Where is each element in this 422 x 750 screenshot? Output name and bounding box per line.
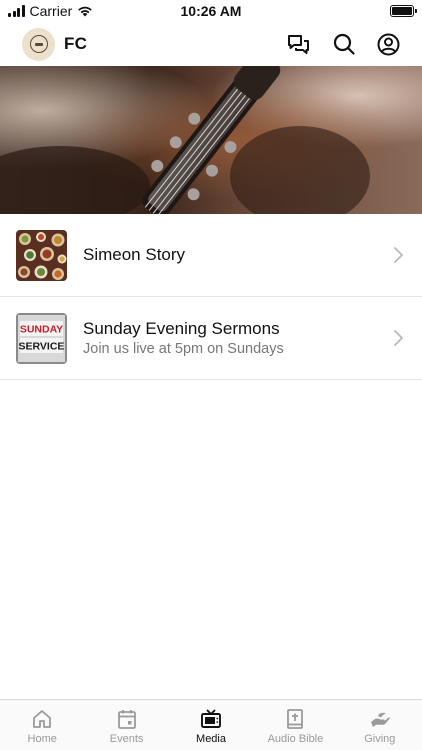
hero-banner[interactable]: [0, 66, 422, 214]
item-text: Sunday Evening Sermons Join us live at 5…: [83, 319, 392, 357]
tab-home[interactable]: Home: [0, 700, 84, 750]
tab-label: Audio Bible: [267, 733, 324, 745]
item-title: Sunday Evening Sermons: [83, 319, 280, 338]
sunday-service-thumbnail: SUNDAY SERVICE: [16, 312, 67, 364]
tab-label: Giving: [364, 733, 396, 745]
status-left: Carrier: [8, 3, 93, 19]
simeon-story-thumbnail: [16, 229, 67, 281]
tab-label: Media: [196, 733, 226, 745]
chat-icon[interactable]: [287, 33, 310, 56]
hand-icon: [370, 712, 390, 727]
list-item-simeon-story[interactable]: Simeon Story: [0, 214, 422, 297]
profile-icon[interactable]: [377, 33, 400, 56]
tab-media[interactable]: Media: [169, 700, 253, 750]
tv-icon: [201, 709, 221, 728]
search-icon[interactable]: [332, 33, 355, 56]
bible-icon: [287, 709, 304, 729]
chevron-right-icon: [394, 330, 403, 346]
thumb-line2: SERVICE: [19, 340, 65, 352]
app-header: FC: [0, 22, 422, 66]
home-icon: [33, 710, 52, 728]
chevron-right-icon: [394, 247, 403, 263]
guitar-headstock-image: [0, 66, 422, 214]
church-logo[interactable]: [22, 27, 55, 61]
list-item-sunday-evening-sermons[interactable]: SUNDAY SERVICE Sunday Evening Sermons Jo…: [0, 297, 422, 380]
calendar-icon: [117, 710, 136, 729]
thumb-line1: SUNDAY: [20, 323, 63, 335]
tab-events[interactable]: Events: [84, 700, 168, 750]
media-list: Simeon Story SUNDAY SERVICE Sunday Eveni…: [0, 214, 422, 380]
signal-icon: [8, 5, 25, 17]
item-title: Simeon Story: [83, 245, 186, 264]
wifi-icon: [78, 6, 93, 17]
brand-title: FC: [64, 34, 88, 53]
battery-icon: [390, 5, 417, 17]
tab-bar: Home Events Media Audio Bible Giving: [0, 699, 422, 750]
tab-audio-bible[interactable]: Audio Bible: [253, 700, 337, 750]
tab-label: Events: [109, 733, 144, 745]
item-subtitle: Join us live at 5pm on Sundays: [83, 341, 284, 357]
tab-giving[interactable]: Giving: [338, 700, 422, 750]
header-actions: [287, 33, 400, 56]
item-text: Simeon Story: [83, 245, 392, 265]
status-bar: Carrier 10:26 AM: [0, 0, 422, 22]
logo-emblem-icon: [29, 35, 48, 53]
carrier-label: Carrier: [29, 3, 73, 19]
tab-label: Home: [27, 733, 57, 745]
